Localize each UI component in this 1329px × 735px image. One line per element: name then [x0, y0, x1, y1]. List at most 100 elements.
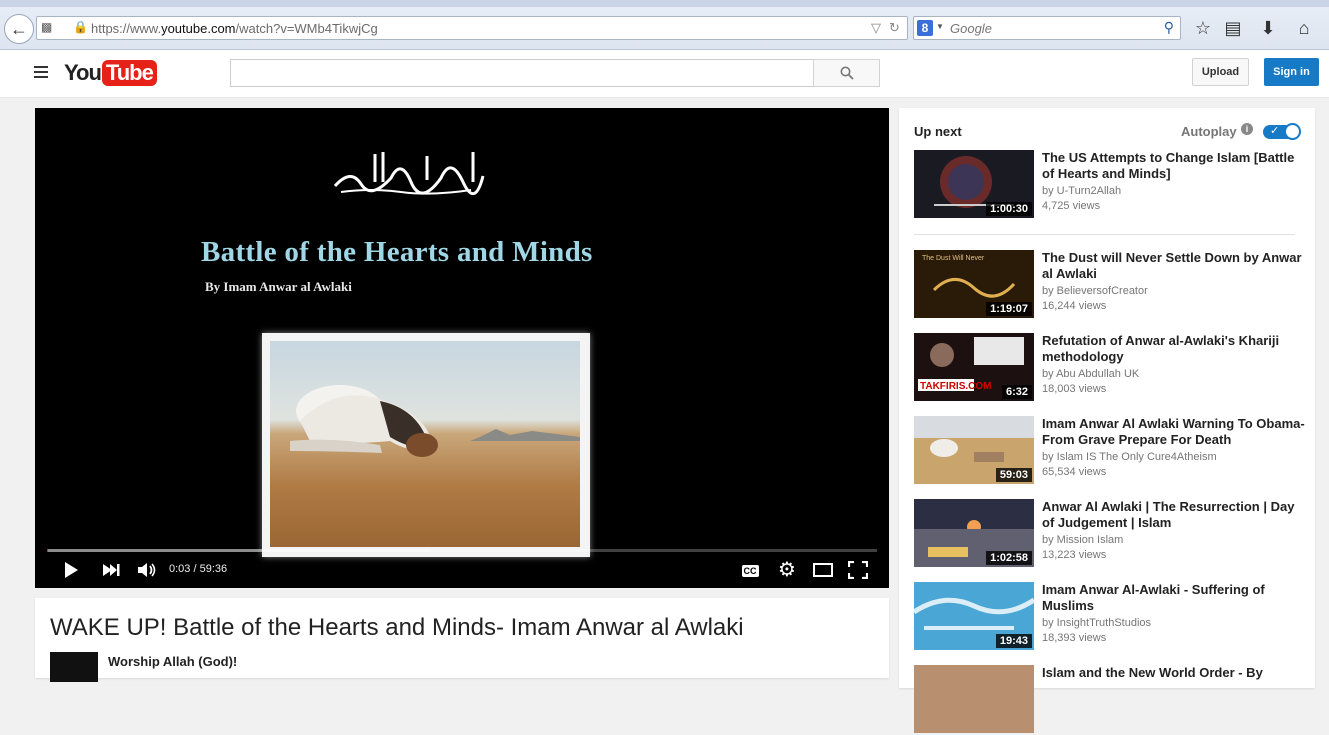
- url-text[interactable]: https://www.youtube.com/watch?v=WMb4Tikw…: [91, 21, 378, 36]
- play-button[interactable]: [59, 558, 83, 582]
- video-duration: 59:03: [995, 468, 1032, 482]
- play-icon: [65, 562, 78, 578]
- up-next-label: Up next: [914, 124, 962, 139]
- theater-mode-button[interactable]: [811, 558, 835, 582]
- theater-icon: [813, 563, 833, 577]
- next-button[interactable]: [99, 558, 123, 582]
- captions-icon: CC: [741, 565, 759, 577]
- volume-button[interactable]: [135, 558, 159, 582]
- window-top-strip: [0, 0, 1329, 7]
- related-video[interactable]: Islam and the New World Order - By: [914, 665, 1310, 735]
- video-title-link[interactable]: Imam Anwar Al-Awlaki - Suffering of Musl…: [1042, 582, 1306, 614]
- download-icon[interactable]: ⬇: [1256, 16, 1280, 40]
- back-arrow-icon: ←: [10, 18, 28, 39]
- video-title-link[interactable]: Refutation of Anwar al-Awlaki's Khariji …: [1042, 333, 1306, 365]
- logo-you-text: You: [64, 60, 102, 85]
- video-views: 4,725 views: [1042, 200, 1101, 212]
- video-title-link[interactable]: Anwar Al Awlaki | The Resurrection | Day…: [1042, 499, 1306, 531]
- captions-button[interactable]: CC: [739, 558, 761, 582]
- video-duration: 6:32: [1001, 385, 1032, 399]
- video-views: 18,393 views: [1042, 632, 1107, 644]
- search-icon: [840, 66, 854, 80]
- engine-dropdown-icon[interactable]: ▼: [936, 22, 944, 31]
- back-button[interactable]: ←: [4, 14, 34, 44]
- address-bar[interactable]: ▩ 🔒 https://www.youtube.com/watch?v=WMb4…: [36, 16, 908, 40]
- gear-icon: ⚙: [778, 559, 796, 581]
- video-views: 65,534 views: [1042, 466, 1107, 478]
- video-overlay-byline: By Imam Anwar al Awlaki: [205, 279, 352, 294]
- related-video[interactable]: 1:02:58 Anwar Al Awlaki | The Resurrecti…: [914, 499, 1310, 569]
- fullscreen-icon: [847, 560, 869, 580]
- channel-name[interactable]: Worship Allah (God)!: [108, 654, 237, 669]
- related-video[interactable]: 19:43 Imam Anwar Al-Awlaki - Suffering o…: [914, 582, 1310, 652]
- video-thumbnail[interactable]: TAKFIRIS.COM 6:32: [914, 333, 1034, 401]
- reading-list-icon[interactable]: ▤: [1221, 16, 1245, 40]
- youtube-search-input[interactable]: [230, 59, 814, 87]
- menu-icon[interactable]: [34, 66, 48, 78]
- video-thumbnail[interactable]: [914, 665, 1034, 733]
- logo-tube-text: Tube: [101, 60, 157, 86]
- video-thumbnail[interactable]: 1:02:58: [914, 499, 1034, 567]
- video-channel: by BelieversofCreator: [1042, 285, 1148, 297]
- volume-icon: [138, 563, 156, 577]
- toggle-knob: [1284, 123, 1301, 140]
- home-icon[interactable]: ⌂: [1292, 16, 1316, 40]
- prayer-photo: [270, 341, 580, 547]
- upload-button[interactable]: Upload: [1192, 58, 1249, 86]
- video-thumbnail[interactable]: 59:03: [914, 416, 1034, 484]
- sign-in-button[interactable]: Sign in: [1264, 58, 1319, 86]
- video-views: 13,223 views: [1042, 549, 1107, 561]
- video-duration: 1:02:58: [986, 551, 1032, 565]
- browser-toolbar: ← ▩ 🔒 https://www.youtube.com/watch?v=WM…: [0, 0, 1329, 50]
- video-thumbnail[interactable]: 19:43: [914, 582, 1034, 650]
- video-info-card: WAKE UP! Battle of the Hearts and Minds-…: [35, 598, 889, 682]
- divider: [914, 234, 1295, 235]
- video-photo-frame: [262, 333, 590, 557]
- video-title-link[interactable]: The US Attempts to Change Islam [Battle …: [1042, 150, 1306, 182]
- search-placeholder: Google: [950, 21, 992, 36]
- search-icon[interactable]: ⚲: [1164, 19, 1174, 36]
- bookmark-star-icon[interactable]: ☆: [1191, 16, 1215, 40]
- lock-icon: 🔒: [73, 20, 88, 34]
- autoplay-label: Autoplay: [1181, 124, 1237, 139]
- video-channel: by U-Turn2Allah: [1042, 185, 1122, 197]
- related-video[interactable]: 59:03 Imam Anwar Al Awlaki Warning To Ob…: [914, 416, 1310, 486]
- fullscreen-button[interactable]: [846, 558, 870, 582]
- youtube-logo[interactable]: You Tube: [64, 58, 157, 88]
- channel-avatar[interactable]: [50, 652, 98, 682]
- calligraphy-shahada-image: [333, 152, 485, 195]
- settings-button[interactable]: ⚙: [775, 558, 799, 582]
- related-video[interactable]: 1:00:30 The US Attempts to Change Islam …: [914, 150, 1310, 220]
- browser-search-bar[interactable]: 8 ▼ Google ⚲: [913, 16, 1181, 40]
- info-icon[interactable]: i: [1241, 123, 1253, 135]
- video-channel: by Abu Abdullah UK: [1042, 368, 1140, 380]
- youtube-masthead: You Tube Upload Sign in: [0, 50, 1329, 98]
- video-title-link[interactable]: The Dust will Never Settle Down by Anwar…: [1042, 250, 1306, 282]
- progress-buffered: [47, 549, 429, 552]
- youtube-search-button[interactable]: [813, 59, 880, 87]
- video-channel: by Islam IS The Only Cure4Atheism: [1042, 451, 1217, 463]
- page-info-icon[interactable]: ▩: [41, 20, 52, 34]
- video-thumbnail[interactable]: The Dust Will Never 1:19:07: [914, 250, 1034, 318]
- google-engine-icon[interactable]: 8: [917, 20, 933, 36]
- svg-text:The Dust Will Never: The Dust Will Never: [922, 255, 985, 262]
- video-player[interactable]: Battle of the Hearts and Minds By Imam A…: [35, 108, 889, 588]
- video-title: WAKE UP! Battle of the Hearts and Minds-…: [50, 614, 744, 641]
- autoplay-toggle[interactable]: ✓: [1263, 123, 1301, 140]
- time-display: 0:03 / 59:36: [169, 563, 228, 575]
- related-video[interactable]: The Dust Will Never 1:19:07 The Dust wil…: [914, 250, 1310, 320]
- progress-bar[interactable]: [47, 549, 877, 552]
- video-title-link[interactable]: Imam Anwar Al Awlaki Warning To Obama- F…: [1042, 416, 1306, 448]
- video-overlay-title: Battle of the Hearts and Minds: [201, 236, 593, 268]
- video-duration: 1:19:07: [986, 302, 1032, 316]
- video-views: 16,244 views: [1042, 300, 1107, 312]
- video-views: 18,003 views: [1042, 383, 1107, 395]
- progress-played: [47, 549, 48, 552]
- dropdown-icon[interactable]: ▽: [871, 20, 881, 36]
- related-video[interactable]: TAKFIRIS.COM 6:32 Refutation of Anwar al…: [914, 333, 1310, 403]
- video-duration: 19:43: [995, 634, 1032, 648]
- video-title-link[interactable]: Islam and the New World Order - By: [1042, 665, 1306, 681]
- video-thumbnail[interactable]: 1:00:30: [914, 150, 1034, 218]
- video-duration: 1:00:30: [986, 202, 1032, 216]
- reload-icon[interactable]: ↻: [889, 20, 900, 36]
